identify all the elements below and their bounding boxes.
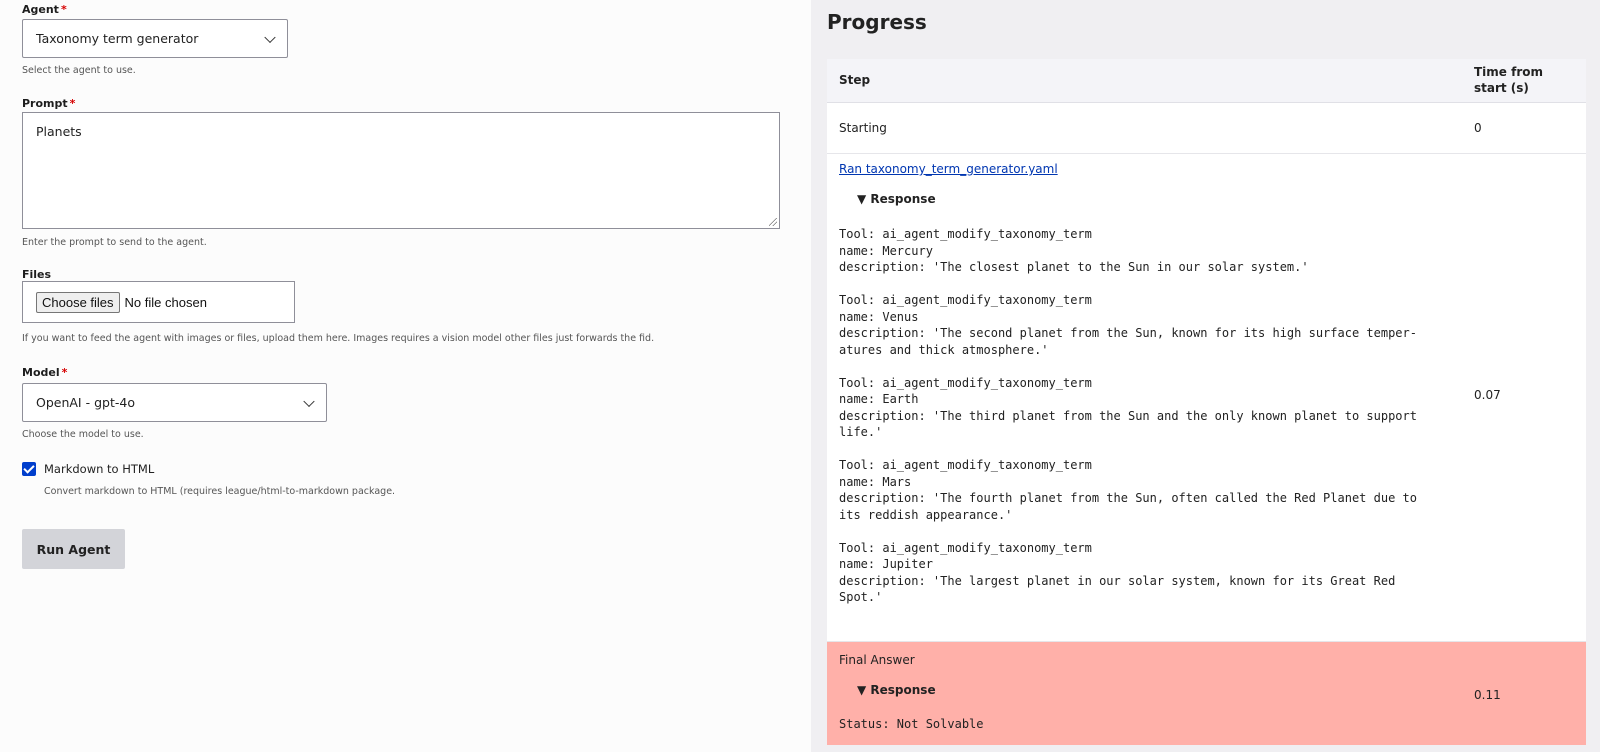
response-toggle[interactable]: ▼ Response xyxy=(857,683,936,697)
choose-files-button[interactable]: Choose files xyxy=(36,291,120,313)
markdown-checkbox[interactable] xyxy=(22,462,36,476)
files-help: If you want to feed the agent with image… xyxy=(22,333,655,344)
agent-select[interactable]: Taxonomy term generator xyxy=(22,19,288,58)
model-label: Model * xyxy=(22,366,68,379)
chevron-down-icon xyxy=(303,395,315,407)
table-row-final-answer: Final Answer ▼ Response Status: Not Solv… xyxy=(827,642,1586,745)
prompt-help: Enter the prompt to send to the agent. xyxy=(22,237,207,248)
agent-select-value: Taxonomy term generator xyxy=(36,31,199,46)
files-input[interactable]: Choose files No file chosen xyxy=(22,281,295,323)
model-help: Choose the model to use. xyxy=(22,429,144,440)
column-time: Time from start (s) xyxy=(1474,65,1544,95)
model-select[interactable]: OpenAI - gpt-4o xyxy=(22,383,327,422)
table-row: Starting 0 xyxy=(827,103,1586,154)
response-toggle[interactable]: ▼ Response xyxy=(857,192,936,206)
step-text: Final Answer xyxy=(839,653,915,667)
chevron-down-icon xyxy=(264,31,276,43)
step-time: 0 xyxy=(1474,121,1482,135)
table-header: Step Time from start (s) xyxy=(827,59,1586,103)
prompt-textarea[interactable]: Planets xyxy=(22,112,780,229)
markdown-label[interactable]: Markdown to HTML xyxy=(44,462,154,476)
markdown-help: Convert markdown to HTML (requires leagu… xyxy=(44,486,396,497)
response-output: Tool: ai_agent_modify_taxonomy_term name… xyxy=(839,227,1417,604)
prompt-label: Prompt * xyxy=(22,97,76,110)
agent-form: Agent * Taxonomy term generator Select th… xyxy=(0,0,800,752)
files-label: Files xyxy=(22,268,52,281)
column-step: Step xyxy=(839,73,871,87)
progress-table: Step Time from start (s) Starting 0 Ran … xyxy=(827,59,1586,745)
progress-title: Progress xyxy=(827,10,927,34)
table-row: Ran taxonomy_term_generator.yaml ▼ Respo… xyxy=(827,154,1586,642)
model-select-value: OpenAI - gpt-4o xyxy=(36,395,135,410)
step-text: Starting xyxy=(839,121,887,135)
step-time: 0.07 xyxy=(1474,388,1501,402)
progress-panel: Progress Step Time from start (s) Starti… xyxy=(811,0,1600,752)
yaml-link[interactable]: Ran taxonomy_term_generator.yaml xyxy=(839,162,1058,176)
file-status: No file chosen xyxy=(124,294,207,310)
step-time: 0.11 xyxy=(1474,688,1501,702)
prompt-value: Planets xyxy=(36,124,82,139)
resize-handle-icon[interactable] xyxy=(769,218,777,226)
agent-help: Select the agent to use. xyxy=(22,65,136,76)
response-output: Status: Not Solvable xyxy=(839,717,984,731)
agent-label: Agent * xyxy=(22,3,67,16)
run-agent-button[interactable]: Run Agent xyxy=(22,529,125,569)
